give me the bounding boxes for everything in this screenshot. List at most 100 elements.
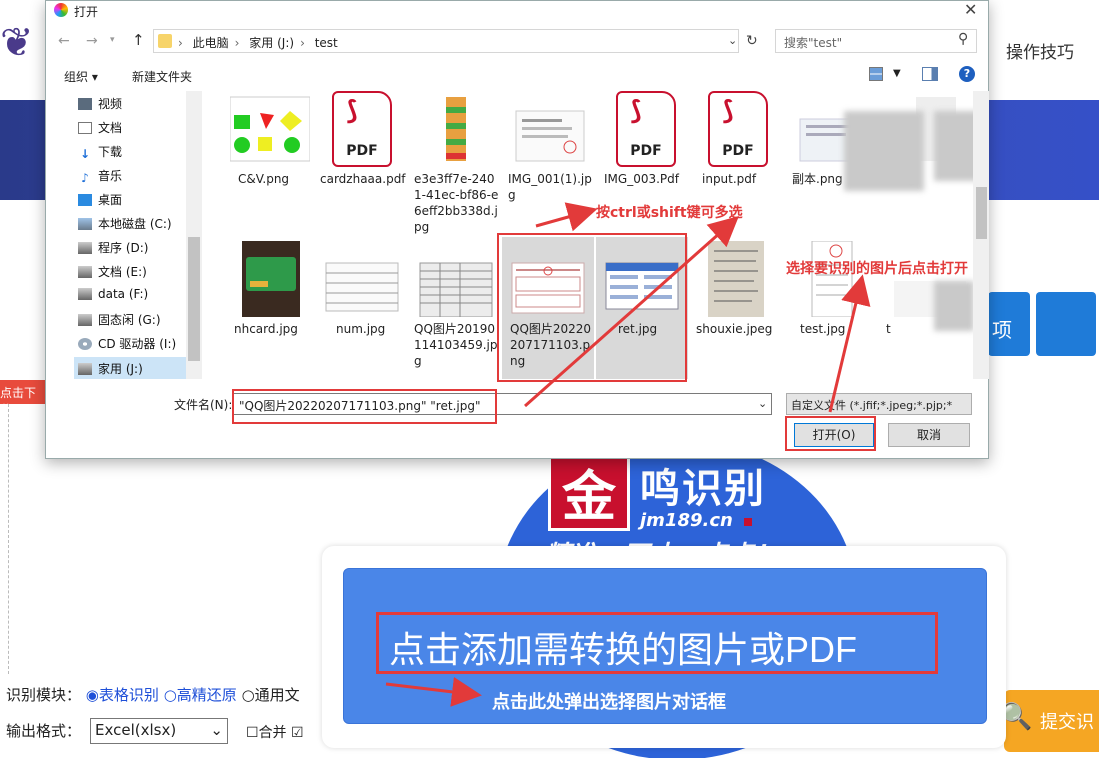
- nav-item-drive-g[interactable]: 固态闲 (G:): [78, 311, 161, 333]
- history-dropdown-icon[interactable]: ▾: [110, 35, 115, 45]
- file-name: input.pdf: [702, 172, 757, 186]
- up-arrow-icon[interactable]: ↑: [132, 31, 145, 49]
- file-name: QQ图片20190114103459.jpg: [414, 322, 498, 368]
- desktop-icon: [78, 194, 92, 206]
- format-label: 输出格式：: [6, 722, 82, 740]
- drive-icon: [78, 242, 92, 254]
- image-thumbnail: [419, 262, 493, 317]
- image-thumbnail: [708, 241, 764, 317]
- file-scroll-thumb[interactable]: [976, 187, 987, 239]
- file-item[interactable]: ⟆ PDF IMG_003.Pdf: [600, 91, 692, 187]
- file-item[interactable]: e3e3ff7e-2401-41ec-bf86-e6eff2bb338d.jpg: [410, 91, 502, 235]
- chevron-down-icon[interactable]: ⌄: [728, 34, 737, 47]
- nav-item-cd-drive[interactable]: CD 驱动器 (I:): [78, 335, 176, 357]
- nav-item-music[interactable]: ♪ 音乐: [78, 167, 122, 189]
- blurred-region: [934, 111, 976, 181]
- file-item[interactable]: ⟆ PDF input.pdf: [692, 91, 784, 187]
- blurred-region: [844, 111, 924, 191]
- feature-tile[interactable]: 项: [988, 292, 1030, 356]
- folder-icon: [158, 34, 172, 48]
- file-name: cardzhaaa.pdf: [320, 172, 406, 186]
- nav-item-videos[interactable]: 视频: [78, 95, 122, 117]
- refresh-icon[interactable]: ↻: [746, 33, 758, 49]
- file-name: IMG_001(1).jpg: [508, 172, 592, 202]
- logo-url: jm189.cn: [640, 510, 733, 531]
- cancel-button[interactable]: 取消: [888, 423, 970, 447]
- file-item[interactable]: shouxie.jpeg: [692, 241, 784, 337]
- file-name: test.jpg: [800, 322, 846, 336]
- open-highlight-box: [785, 416, 876, 451]
- view-icon[interactable]: [869, 67, 883, 81]
- search-icon: ⚲: [958, 31, 969, 47]
- document-icon: [78, 122, 92, 134]
- image-thumbnail: [811, 241, 853, 317]
- nav-item-documents[interactable]: 文档: [78, 119, 122, 141]
- blurred-region: [934, 281, 974, 331]
- nav-item-drive-c[interactable]: 本地磁盘 (C:): [78, 215, 172, 237]
- radio-table[interactable]: ◉表格识别: [86, 686, 159, 704]
- breadcrumb-item[interactable]: test: [315, 36, 338, 50]
- file-item[interactable]: num.jpg: [316, 241, 408, 337]
- drive-icon: [78, 288, 92, 300]
- drive-icon: [78, 218, 92, 230]
- feature-tile-icon[interactable]: [1036, 292, 1096, 356]
- drive-icon: [78, 266, 92, 278]
- module-options: 识别模块： ◉表格识别 ○高精还原 ○通用文: [6, 684, 300, 705]
- radio-precise[interactable]: ○高精还原: [164, 686, 237, 704]
- back-arrow-icon[interactable]: ←: [58, 33, 70, 49]
- nav-item-drive-d[interactable]: 程序 (D:): [78, 239, 148, 261]
- download-tag[interactable]: 点击下载: [0, 380, 46, 417]
- logo-dot: [744, 518, 752, 526]
- chevron-down-icon[interactable]: ▼: [893, 68, 901, 79]
- file-name: e3e3ff7e-2401-41ec-bf86-e6eff2bb338d.jpg: [414, 172, 499, 234]
- dialog-titlebar[interactable]: 打开 ✕: [46, 0, 988, 21]
- address-bar[interactable]: › 此电脑 › 家用 (J:) › test ⌄: [153, 29, 739, 53]
- file-item[interactable]: IMG_001(1).jpg: [504, 91, 596, 203]
- file-item[interactable]: QQ图片20190114103459.jpg: [410, 241, 502, 369]
- site-logo[interactable]: ❦: [0, 20, 50, 80]
- cd-icon: [78, 338, 92, 350]
- radio-general[interactable]: ○通用文: [242, 686, 300, 704]
- file-type-value: 自定义文件 (*.jfif;*.jpeg;*.pjp;*: [791, 399, 953, 412]
- file-name: C&V.png: [238, 172, 290, 186]
- file-name: num.jpg: [336, 322, 386, 336]
- drive-icon: [78, 363, 92, 375]
- help-icon[interactable]: ?: [959, 66, 975, 82]
- pdf-icon: ⟆ PDF: [616, 91, 676, 167]
- nav-item-drive-f[interactable]: data (F:): [78, 287, 148, 309]
- merge-checkbox[interactable]: ☐合并 ☑: [246, 722, 304, 742]
- file-item[interactable]: nhcard.jpg: [224, 241, 316, 337]
- preview-pane-icon[interactable]: [922, 67, 938, 81]
- nav-item-desktop[interactable]: 桌面: [78, 191, 122, 213]
- file-item[interactable]: test.jpg: [786, 241, 878, 337]
- dialog-title: 打开: [74, 5, 99, 19]
- logo-mark: 金: [548, 455, 630, 531]
- file-item[interactable]: C&V.png: [224, 91, 316, 187]
- breadcrumb-item[interactable]: 家用 (J:): [249, 36, 294, 50]
- close-icon[interactable]: ✕: [964, 0, 977, 19]
- organize-button[interactable]: 组织 ▾: [64, 68, 98, 85]
- nav-item-drive-j[interactable]: 家用 (J:): [74, 357, 202, 379]
- nav-scrollbar[interactable]: [186, 91, 202, 379]
- breadcrumb-item[interactable]: 此电脑: [193, 36, 229, 50]
- chevron-down-icon[interactable]: ⌄: [758, 397, 767, 410]
- file-name: nhcard.jpg: [234, 322, 298, 336]
- app-icon: [54, 3, 68, 17]
- file-type-select[interactable]: 自定义文件 (*.jfif;*.jpeg;*.pjp;*: [786, 393, 972, 415]
- forward-arrow-icon[interactable]: →: [86, 33, 98, 49]
- new-folder-button[interactable]: 新建文件夹: [132, 68, 192, 85]
- search-input[interactable]: 搜索"test" ⚲: [775, 29, 977, 53]
- file-item[interactable]: ⟆ PDF cardzhaaa.pdf: [316, 91, 408, 187]
- navigation-pane: 视频 文档 ↓ 下载 ♪ 音乐 桌面 本地磁盘 (C:) 程序 (D:) 文档 (E…: [46, 91, 202, 379]
- selection-highlight-box: [497, 233, 687, 382]
- filename-label: 文件名(N):: [174, 398, 233, 412]
- nav-item-downloads[interactable]: ↓ 下载: [78, 143, 122, 165]
- nav-scroll-thumb[interactable]: [188, 237, 200, 361]
- nav-item-tips[interactable]: 操作技巧: [1006, 38, 1074, 63]
- format-select[interactable]: Excel(xlsx) ⌄: [90, 718, 228, 744]
- drive-icon: [78, 314, 92, 326]
- filename-highlight-box: [232, 389, 497, 424]
- open-annotation: 选择要识别的图片后点击打开: [786, 261, 968, 277]
- chevron-down-icon: ⌄: [210, 721, 223, 739]
- nav-item-drive-e[interactable]: 文档 (E:): [78, 263, 147, 285]
